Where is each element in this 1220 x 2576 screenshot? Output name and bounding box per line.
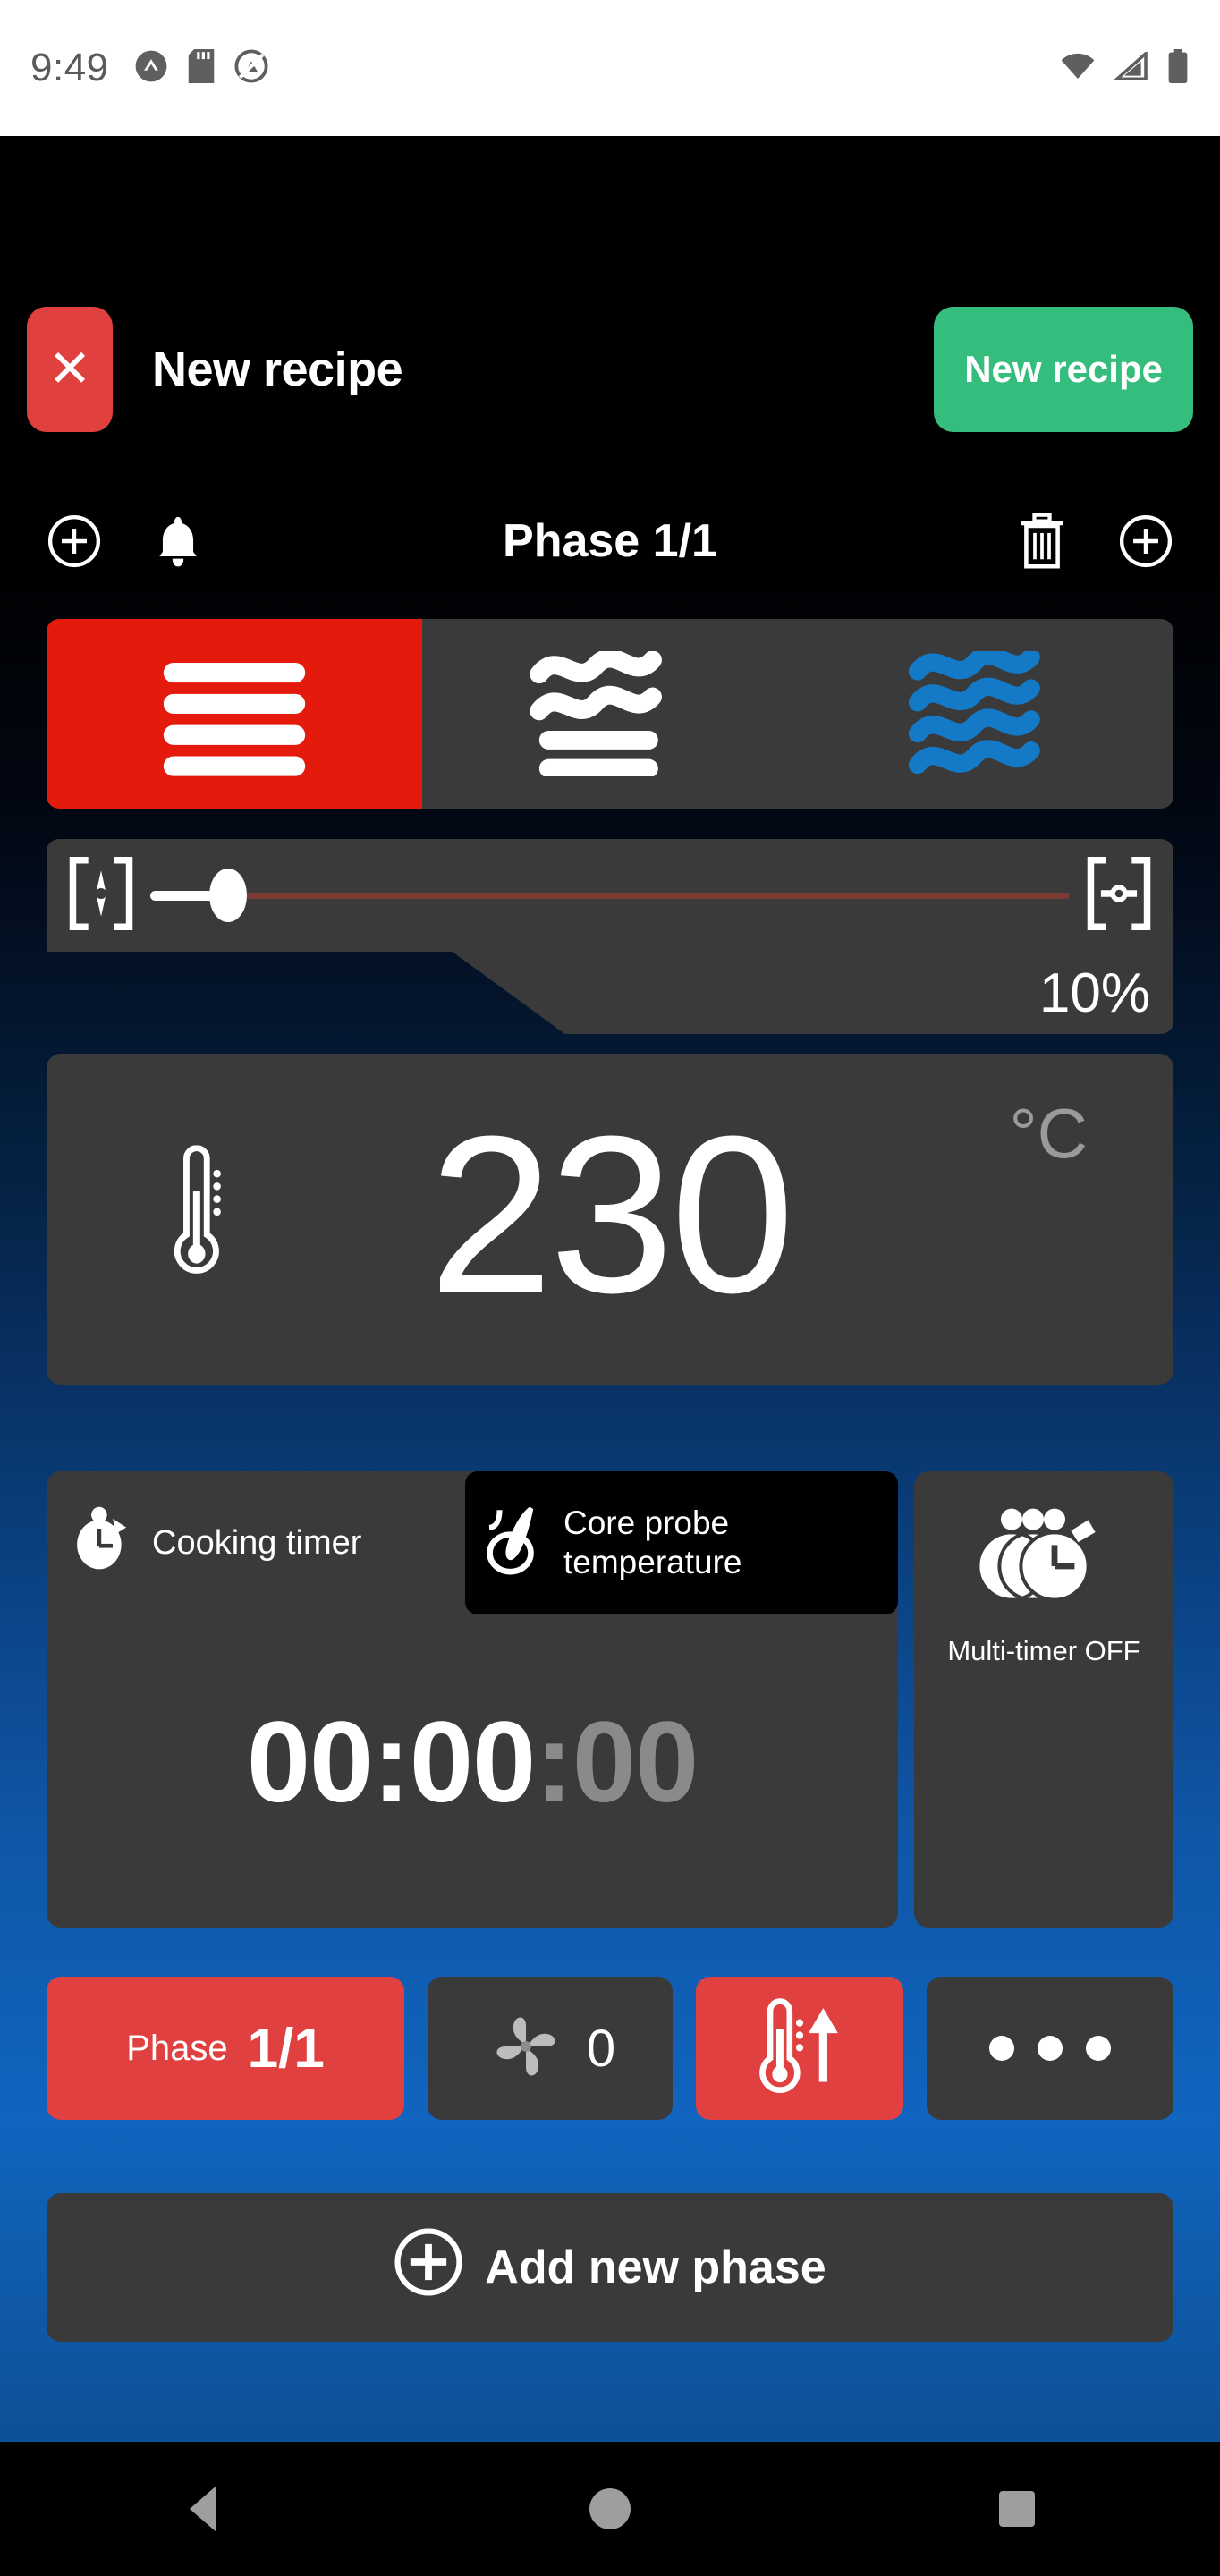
cellular-signal-icon <box>1113 49 1148 85</box>
status-bar-clock: 9:49 <box>30 46 109 89</box>
temperature-unit: °C <box>1009 1094 1088 1173</box>
nav-back-button[interactable] <box>114 2442 292 2576</box>
mode-combi-heat[interactable] <box>422 619 798 809</box>
phase-indicator-button[interactable]: Phase 1/1 <box>47 1977 404 2120</box>
close-button[interactable]: ✕ <box>27 307 113 432</box>
core-probe-icon <box>483 1502 547 1584</box>
app-screen: 9:49 ✕ New recipe New recipe Phase 1/1 1… <box>0 0 1220 2576</box>
cooking-timer-card: Cooking timer Core probe temperature 00:… <box>47 1471 898 1928</box>
humidity-value-label: 10% <box>1038 962 1150 1024</box>
add-new-phase-label: Add new phase <box>485 2241 826 2293</box>
page-title: New recipe <box>152 343 403 396</box>
delete-phase-button[interactable] <box>1009 508 1075 574</box>
multi-timer-label: Multi-timer OFF <box>947 1635 1140 1666</box>
phase-action-row: Phase 1/1 0 <box>47 1977 1173 2120</box>
add-step-button[interactable] <box>41 508 107 574</box>
add-new-phase-button[interactable]: Add new phase <box>47 2193 1173 2342</box>
status-bar-notification-icons <box>134 48 268 88</box>
ellipsis-icon <box>989 2036 1014 2061</box>
mode-steam[interactable] <box>798 619 1173 809</box>
phase-indicator-value: 1/1 <box>247 2017 325 2080</box>
humidity-value-shelf: 10% <box>452 952 1173 1034</box>
status-bar-system-icons <box>1059 48 1190 88</box>
ellipsis-icon-dot2 <box>1038 2036 1063 2061</box>
humidity-slider-row <box>47 839 1173 952</box>
recipe-header: ✕ New recipe New recipe <box>0 302 1220 436</box>
tab-cooking-timer[interactable]: Cooking timer <box>47 1471 465 1614</box>
android-navigation-bar <box>0 2442 1220 2576</box>
multi-timer-icon <box>976 1504 1112 1615</box>
tab-cooking-timer-label: Cooking timer <box>152 1523 362 1562</box>
tab-core-probe-label-line2: temperature <box>563 1544 742 1580</box>
sd-card-icon <box>188 48 215 88</box>
preheat-thermometer-icon <box>750 1996 850 2101</box>
ellipsis-icon-dot3 <box>1086 2036 1111 2061</box>
new-recipe-button[interactable]: New recipe <box>934 307 1193 432</box>
vent-closed-icon <box>66 855 136 936</box>
temperature-card[interactable]: 230 °C <box>47 1054 1173 1385</box>
plus-circle-icon <box>394 2227 463 2309</box>
phase-toolbar: Phase 1/1 <box>0 487 1220 595</box>
alarm-bell-button[interactable] <box>145 508 211 574</box>
slider-knob[interactable] <box>209 869 248 922</box>
preheat-button[interactable] <box>696 1977 903 2120</box>
wifi-icon <box>1059 52 1097 85</box>
recents-icon <box>998 2491 1035 2527</box>
close-icon: ✕ <box>47 340 92 398</box>
nav-home-button[interactable] <box>521 2442 699 2576</box>
tab-core-probe-label-line1: Core probe <box>563 1504 730 1542</box>
timer-seconds: :00 <box>535 1698 699 1826</box>
nav-recents-button[interactable] <box>928 2442 1106 2576</box>
timer-value-row[interactable]: 00:00 :00 <box>47 1641 898 1883</box>
humidity-slider-track[interactable] <box>150 869 1070 922</box>
heating-mode-selector <box>47 619 1173 809</box>
tab-core-probe-temperature[interactable]: Core probe temperature <box>465 1471 898 1614</box>
timer-hours-minutes: 00:00 <box>246 1698 536 1826</box>
back-icon <box>190 2486 217 2532</box>
vent-open-icon <box>1084 855 1154 936</box>
mode-dry-heat[interactable] <box>47 619 422 809</box>
tab-core-probe-label: Core probe temperature <box>563 1504 742 1581</box>
fan-icon <box>485 2005 567 2092</box>
timer-tab-group: Cooking timer Core probe temperature <box>47 1471 898 1614</box>
status-bar: 9:49 <box>0 0 1220 136</box>
cooking-timer-icon <box>73 1506 132 1580</box>
phase-counter-label: Phase 1/1 <box>503 515 717 567</box>
more-options-button[interactable] <box>927 1977 1173 2120</box>
app-notification-icon <box>134 49 168 88</box>
add-phase-icon-button[interactable] <box>1113 508 1179 574</box>
multi-timer-card[interactable]: Multi-timer OFF <box>914 1471 1173 1928</box>
fan-speed-value: 0 <box>586 2019 616 2078</box>
humidity-slider-section: 10% <box>47 839 1173 1034</box>
temperature-value: 230 <box>428 1089 794 1339</box>
phase-indicator-label: Phase <box>126 2028 228 2068</box>
battery-icon <box>1166 48 1190 88</box>
home-icon <box>589 2488 631 2529</box>
slider-track-line <box>150 893 1070 899</box>
do-not-disturb-icon <box>234 48 268 88</box>
fan-speed-button[interactable]: 0 <box>428 1977 673 2120</box>
